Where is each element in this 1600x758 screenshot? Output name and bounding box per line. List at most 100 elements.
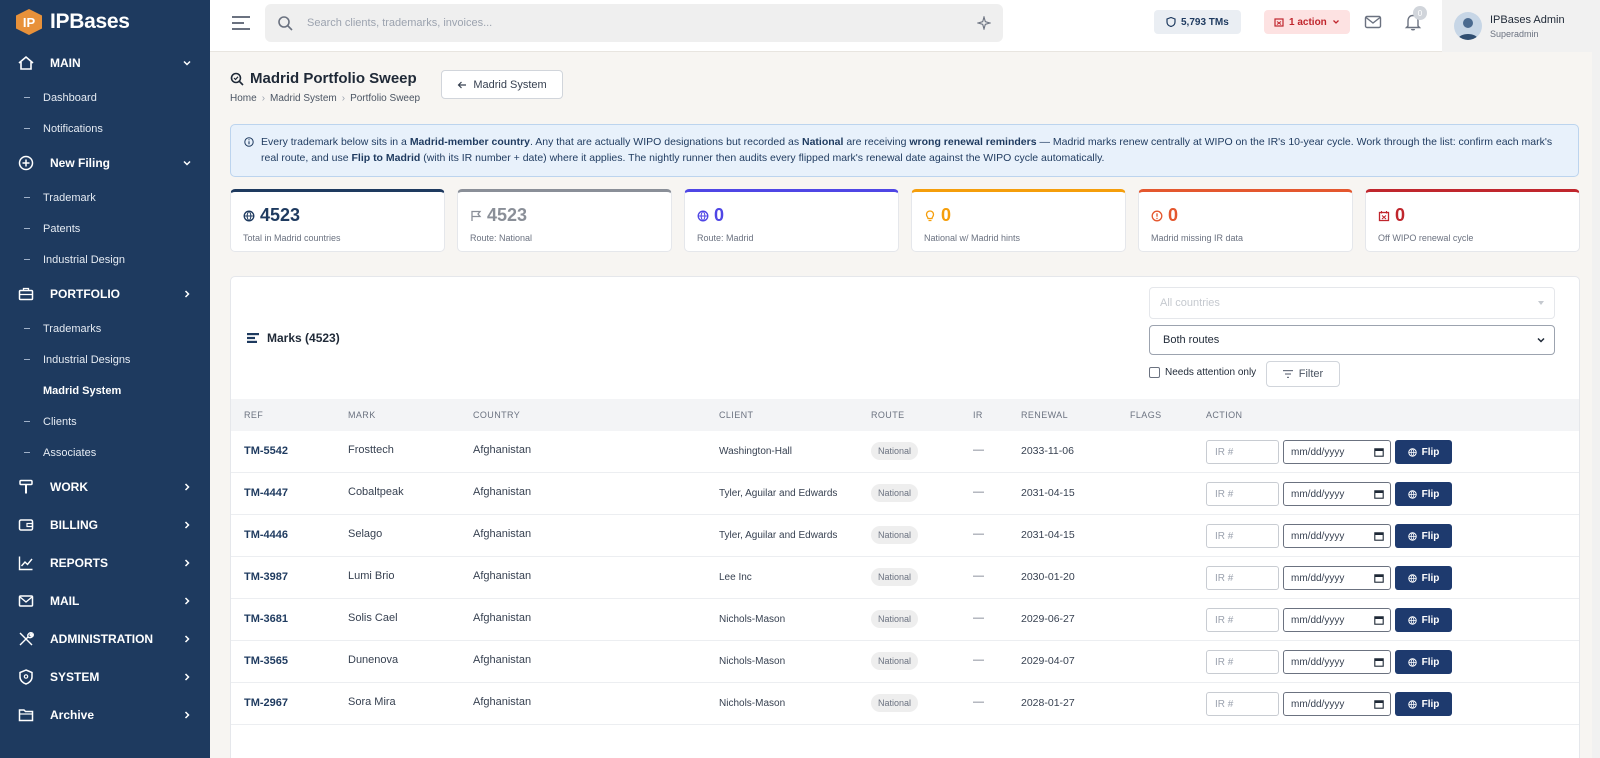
action-dropdown[interactable]: 1 action: [1264, 10, 1350, 34]
breadcrumb-madrid[interactable]: Madrid System: [270, 93, 337, 104]
page-scrollbar[interactable]: [1592, 0, 1600, 758]
nav-section-main[interactable]: MAIN: [0, 44, 210, 82]
hamburger-menu-icon[interactable]: [232, 15, 250, 31]
needs-attention-toggle[interactable]: Needs attention only: [1149, 367, 1256, 378]
nav-section-icon: [18, 707, 34, 723]
flip-label: Flip: [1421, 656, 1440, 668]
ir-date-input[interactable]: mm/dd/yyyy: [1283, 692, 1391, 716]
stat-label: Madrid missing IR data: [1151, 233, 1244, 243]
brand[interactable]: IP IPBases: [0, 0, 210, 44]
country-filter-select[interactable]: All countries: [1149, 287, 1555, 319]
breadcrumb-home[interactable]: Home: [230, 93, 257, 104]
chevron-icon: [182, 672, 192, 682]
chevron-right-icon: [184, 483, 190, 491]
sidebar-item-madrid-system[interactable]: Madrid System: [0, 375, 210, 406]
breadcrumb-current: Portfolio Sweep: [350, 93, 421, 104]
route-filter-select[interactable]: Both routes: [1149, 325, 1555, 355]
flip-to-madrid-button[interactable]: Flip: [1395, 566, 1452, 590]
sidebar-item-trademarks[interactable]: Trademarks: [0, 313, 210, 344]
mark-client: Washington-Hall: [719, 446, 792, 457]
sidebar-item-industrial-design[interactable]: Industrial Design: [0, 244, 210, 275]
chevron-right-icon: [184, 711, 190, 719]
nav-section-reports[interactable]: REPORTS: [0, 544, 210, 582]
route-badge: National: [871, 484, 919, 502]
mark-ref-link[interactable]: TM-3987: [244, 571, 288, 583]
ir-number-input[interactable]: IR #: [1206, 482, 1279, 506]
sidebar-item-trademark[interactable]: Trademark: [0, 182, 210, 213]
mark-name: Lumi Brio: [348, 570, 395, 582]
back-to-madrid-button[interactable]: Madrid System: [441, 70, 563, 99]
sidebar-item-label: Industrial Designs: [43, 353, 131, 366]
stat-value-row: 0: [697, 205, 886, 226]
sidebar-item-industrial-designs[interactable]: Industrial Designs: [0, 344, 210, 375]
mark-ref-link[interactable]: TM-5542: [244, 445, 288, 457]
flag-icon: [471, 210, 482, 221]
stat-card[interactable]: 0 National w/ Madrid hints: [911, 189, 1126, 252]
filter-button[interactable]: Filter: [1266, 361, 1340, 387]
tm-count-badge[interactable]: 5,793 TMs: [1154, 10, 1241, 34]
nav-section-billing[interactable]: BILLING: [0, 506, 210, 544]
stat-card[interactable]: 0 Off WIPO renewal cycle: [1365, 189, 1580, 252]
sidebar-item-notifications[interactable]: Notifications: [0, 113, 210, 144]
ir-date-input[interactable]: mm/dd/yyyy: [1283, 566, 1391, 590]
nav-section-work[interactable]: WORK: [0, 468, 210, 506]
nav-section-mail[interactable]: MAIL: [0, 582, 210, 620]
flip-to-madrid-button[interactable]: Flip: [1395, 608, 1452, 632]
ir-date-input[interactable]: mm/dd/yyyy: [1283, 650, 1391, 674]
search-icon: [278, 16, 293, 31]
needs-attention-checkbox[interactable]: [1149, 367, 1160, 378]
chevron-icon: [182, 158, 192, 168]
ir-number-input[interactable]: IR #: [1206, 608, 1279, 632]
stat-card[interactable]: 0 Madrid missing IR data: [1138, 189, 1353, 252]
ir-date-input[interactable]: mm/dd/yyyy: [1283, 524, 1391, 548]
shield-icon: [1166, 17, 1176, 27]
globe-icon: [1407, 699, 1417, 709]
mail-icon[interactable]: [1364, 14, 1382, 30]
flip-to-madrid-button[interactable]: Flip: [1395, 440, 1452, 464]
flip-to-madrid-button[interactable]: Flip: [1395, 692, 1452, 716]
date-placeholder: mm/dd/yyyy: [1291, 446, 1345, 458]
ir-number-input[interactable]: IR #: [1206, 524, 1279, 548]
mark-ir: —: [973, 612, 984, 624]
ir-date-input[interactable]: mm/dd/yyyy: [1283, 440, 1391, 464]
sidebar-item-label: Industrial Design: [43, 253, 125, 266]
stat-card[interactable]: 4523 Route: National: [457, 189, 672, 252]
ir-number-input[interactable]: IR #: [1206, 566, 1279, 590]
chevron-icon: [182, 634, 192, 644]
sparkle-icon[interactable]: [977, 16, 991, 30]
nav-section-system[interactable]: SYSTEM: [0, 658, 210, 696]
nav-section-new-filing[interactable]: New Filing: [0, 144, 210, 182]
nav-section-icon: [18, 593, 34, 609]
mark-client: Lee Inc: [719, 572, 752, 583]
flip-to-madrid-button[interactable]: Flip: [1395, 482, 1452, 506]
sidebar-item-dashboard[interactable]: Dashboard: [0, 82, 210, 113]
ir-number-input[interactable]: IR #: [1206, 692, 1279, 716]
sidebar-item-clients[interactable]: Clients: [0, 406, 210, 437]
ir-date-input[interactable]: mm/dd/yyyy: [1283, 608, 1391, 632]
user-menu[interactable]: IPBases Admin Superadmin: [1442, 0, 1594, 52]
search-input[interactable]: [307, 17, 947, 29]
mark-ref-link[interactable]: TM-4447: [244, 487, 288, 499]
nav-section-portfolio[interactable]: PORTFOLIO: [0, 275, 210, 313]
stat-card[interactable]: 0 Route: Madrid: [684, 189, 899, 252]
ir-number-input[interactable]: IR #: [1206, 440, 1279, 464]
nav-section-archive[interactable]: Archive: [0, 696, 210, 734]
flip-to-madrid-button[interactable]: Flip: [1395, 524, 1452, 548]
mark-ref-link[interactable]: TM-3681: [244, 613, 288, 625]
nav-section-icon: [18, 155, 34, 171]
nav-section-icon: [18, 631, 34, 647]
sidebar-item-associates[interactable]: Associates: [0, 437, 210, 468]
sidebar-item-label: Madrid System: [43, 384, 122, 397]
info-text: are receiving: [843, 136, 910, 148]
ir-date-input[interactable]: mm/dd/yyyy: [1283, 482, 1391, 506]
stat-card[interactable]: 4523 Total in Madrid countries: [230, 189, 445, 252]
mark-ref-link[interactable]: TM-4446: [244, 529, 288, 541]
sidebar-item-patents[interactable]: Patents: [0, 213, 210, 244]
mark-ref-link[interactable]: TM-2967: [244, 697, 288, 709]
nav-section-administration[interactable]: ADMINISTRATION: [0, 620, 210, 658]
flip-to-madrid-button[interactable]: Flip: [1395, 650, 1452, 674]
date-placeholder: mm/dd/yyyy: [1291, 698, 1345, 710]
ir-number-input[interactable]: IR #: [1206, 650, 1279, 674]
mark-ref-link[interactable]: TM-3565: [244, 655, 288, 667]
route-badge: National: [871, 526, 919, 544]
